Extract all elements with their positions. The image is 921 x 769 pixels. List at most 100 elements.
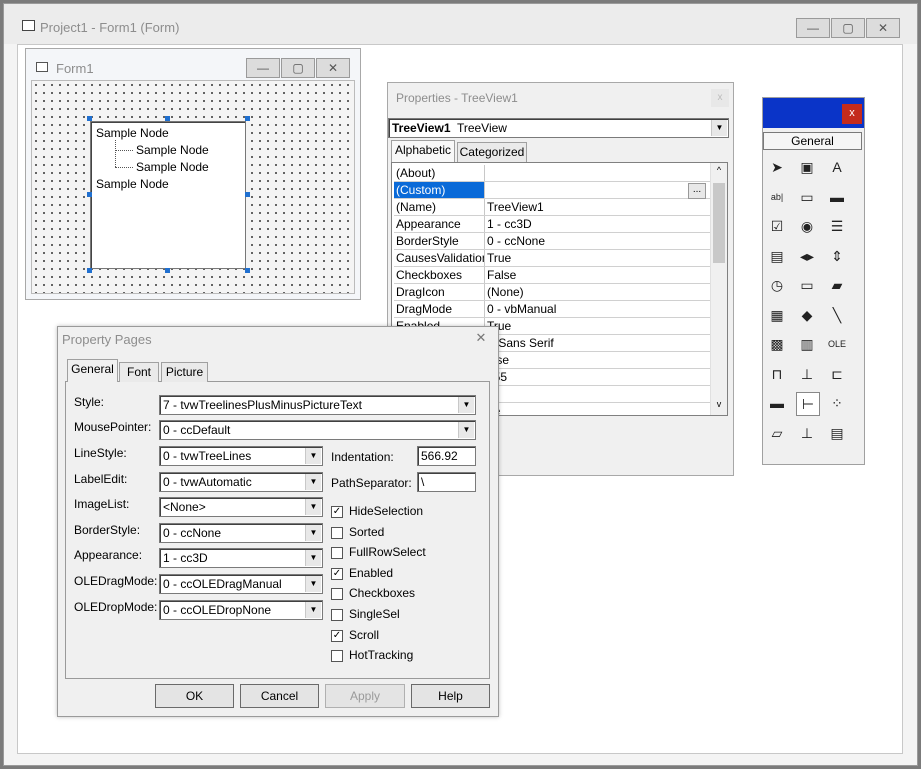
checkbox-label[interactable]: HotTracking: [349, 648, 413, 662]
pathseparator-field[interactable]: \: [417, 472, 476, 492]
label-icon[interactable]: A: [826, 156, 848, 178]
tree-node[interactable]: Sample Node: [136, 143, 209, 157]
checkbox[interactable]: ✓: [331, 629, 343, 642]
property-value[interactable]: 1 - cc3D: [487, 216, 532, 232]
toolbox-close-button[interactable]: x: [842, 104, 862, 124]
checkbox[interactable]: ✓: [331, 567, 343, 580]
tree-node[interactable]: Sample Node: [136, 160, 209, 174]
checkbox[interactable]: [331, 547, 343, 560]
scroll-down-icon[interactable]: v: [713, 399, 725, 411]
borderstyle-select[interactable]: 0 - ccNone ▼: [159, 523, 323, 543]
mousepointer-select[interactable]: 0 - ccDefault ▼: [159, 420, 476, 440]
imagelist-select[interactable]: <None> ▼: [159, 497, 323, 517]
chevron-down-icon[interactable]: ▼: [305, 499, 321, 515]
checkbox-label[interactable]: HideSelection: [349, 504, 423, 518]
chevron-down-icon[interactable]: ▼: [305, 474, 321, 490]
maximize-button[interactable]: ▢: [831, 18, 865, 38]
listbox-icon[interactable]: ▤: [766, 245, 788, 267]
form1-close-button[interactable]: ✕: [316, 58, 350, 78]
property-value[interactable]: TreeView1: [487, 199, 544, 215]
form1-minimize-button[interactable]: ―: [246, 58, 280, 78]
imagelist-icon[interactable]: ▱: [766, 422, 788, 444]
imagecombo-icon[interactable]: ▤: [826, 422, 848, 444]
progressbar-icon[interactable]: ▬: [766, 392, 788, 414]
tabstrip-icon[interactable]: ⊓: [766, 363, 788, 385]
cancel-button[interactable]: Cancel: [240, 684, 319, 708]
property-pages-close-button[interactable]: ✕: [472, 330, 490, 348]
tree-node[interactable]: Sample Node: [96, 126, 169, 140]
checkbox[interactable]: [331, 650, 343, 663]
timer-icon[interactable]: ◷: [766, 274, 788, 296]
property-row[interactable]: DragIcon (None): [394, 284, 710, 301]
drivelistbox-icon[interactable]: ▭: [796, 274, 818, 296]
resize-handle[interactable]: [245, 268, 250, 273]
checkbox-label[interactable]: Enabled: [349, 566, 393, 580]
tree-node[interactable]: Sample Node: [96, 177, 169, 191]
vertical-scrollbar[interactable]: ^ v: [710, 163, 727, 415]
help-button[interactable]: Help: [411, 684, 490, 708]
style-select[interactable]: 7 - tvwTreelinesPlusMinusPictureText ▼: [159, 395, 476, 415]
image-icon[interactable]: ▩: [766, 333, 788, 355]
property-row[interactable]: (Name) TreeView1: [394, 199, 710, 216]
apply-button[interactable]: Apply: [325, 684, 405, 708]
line-icon[interactable]: ╲: [826, 304, 848, 326]
property-value[interactable]: (None): [487, 284, 524, 300]
chevron-down-icon[interactable]: ▼: [305, 525, 321, 541]
treeview-icon[interactable]: ⊢: [796, 392, 820, 416]
resize-handle[interactable]: [87, 116, 92, 121]
chevron-down-icon[interactable]: ▼: [458, 397, 474, 413]
property-value[interactable]: True: [487, 250, 511, 266]
ellipsis-button[interactable]: ...: [688, 183, 706, 199]
chevron-down-icon[interactable]: ▼: [305, 576, 321, 592]
data-icon[interactable]: ▥: [796, 333, 818, 355]
statusbar-icon[interactable]: ⊏: [826, 363, 848, 385]
textbox-icon[interactable]: ab|: [766, 186, 788, 208]
properties-close-button[interactable]: x: [711, 89, 729, 107]
labeledit-select[interactable]: 0 - tvwAutomatic ▼: [159, 472, 323, 492]
resize-handle[interactable]: [165, 268, 170, 273]
oledropmode-select[interactable]: 0 - ccOLEDropNone ▼: [159, 600, 323, 620]
property-value[interactable]: 0 - vbManual: [487, 301, 556, 317]
minimize-button[interactable]: ―: [796, 18, 830, 38]
checkbox[interactable]: [331, 588, 343, 601]
object-selector[interactable]: TreeView1 TreeView ▼: [388, 118, 729, 138]
property-value[interactable]: 0 - ccNone: [487, 233, 545, 249]
chevron-down-icon[interactable]: ▼: [305, 602, 321, 618]
close-button[interactable]: ✕: [866, 18, 900, 38]
ok-button[interactable]: OK: [155, 684, 234, 708]
commandbutton-icon[interactable]: ▬: [826, 186, 848, 208]
shape-icon[interactable]: ◆: [796, 304, 818, 326]
combobox-icon[interactable]: ☰: [826, 215, 848, 237]
resize-handle[interactable]: [165, 116, 170, 121]
tab-categorized[interactable]: Categorized: [457, 142, 527, 162]
slider-icon[interactable]: ⊥: [796, 422, 818, 444]
indentation-field[interactable]: 566.92: [417, 446, 476, 466]
property-row[interactable]: Appearance 1 - cc3D: [394, 216, 710, 233]
vscrollbar-icon[interactable]: ⇕: [826, 245, 848, 267]
tab-alphabetic[interactable]: Alphabetic: [391, 140, 455, 162]
ole-icon[interactable]: OLE: [826, 333, 848, 355]
property-row[interactable]: DragMode 0 - vbManual: [394, 301, 710, 318]
checkbox-label[interactable]: FullRowSelect: [349, 545, 426, 559]
property-row[interactable]: (About): [394, 165, 710, 182]
listview-icon[interactable]: ⁘: [826, 392, 848, 414]
checkbox[interactable]: [331, 526, 343, 539]
frame-icon[interactable]: ▭: [796, 186, 818, 208]
checkbox-label[interactable]: SingleSel: [349, 607, 400, 621]
chevron-down-icon[interactable]: ▼: [305, 448, 321, 464]
tab-general[interactable]: General: [67, 359, 118, 382]
checkbox[interactable]: [331, 609, 343, 621]
toolbar-icon[interactable]: ⊥: [796, 363, 818, 385]
property-row[interactable]: BorderStyle 0 - ccNone: [394, 233, 710, 250]
scroll-thumb[interactable]: [713, 183, 725, 263]
checkbox-label[interactable]: Scroll: [349, 628, 379, 642]
checkbox[interactable]: ✓: [331, 506, 343, 518]
linestyle-select[interactable]: 0 - tvwTreeLines ▼: [159, 446, 323, 466]
dirlistbox-icon[interactable]: ▰: [826, 274, 848, 296]
oledragmode-select[interactable]: 0 - ccOLEDragManual ▼: [159, 574, 323, 594]
checkbox-label[interactable]: Sorted: [349, 525, 384, 539]
hscrollbar-icon[interactable]: ◂▸: [796, 245, 818, 267]
appearance-select[interactable]: 1 - cc3D ▼: [159, 548, 323, 568]
resize-handle[interactable]: [87, 268, 92, 273]
property-row[interactable]: CausesValidation True: [394, 250, 710, 267]
